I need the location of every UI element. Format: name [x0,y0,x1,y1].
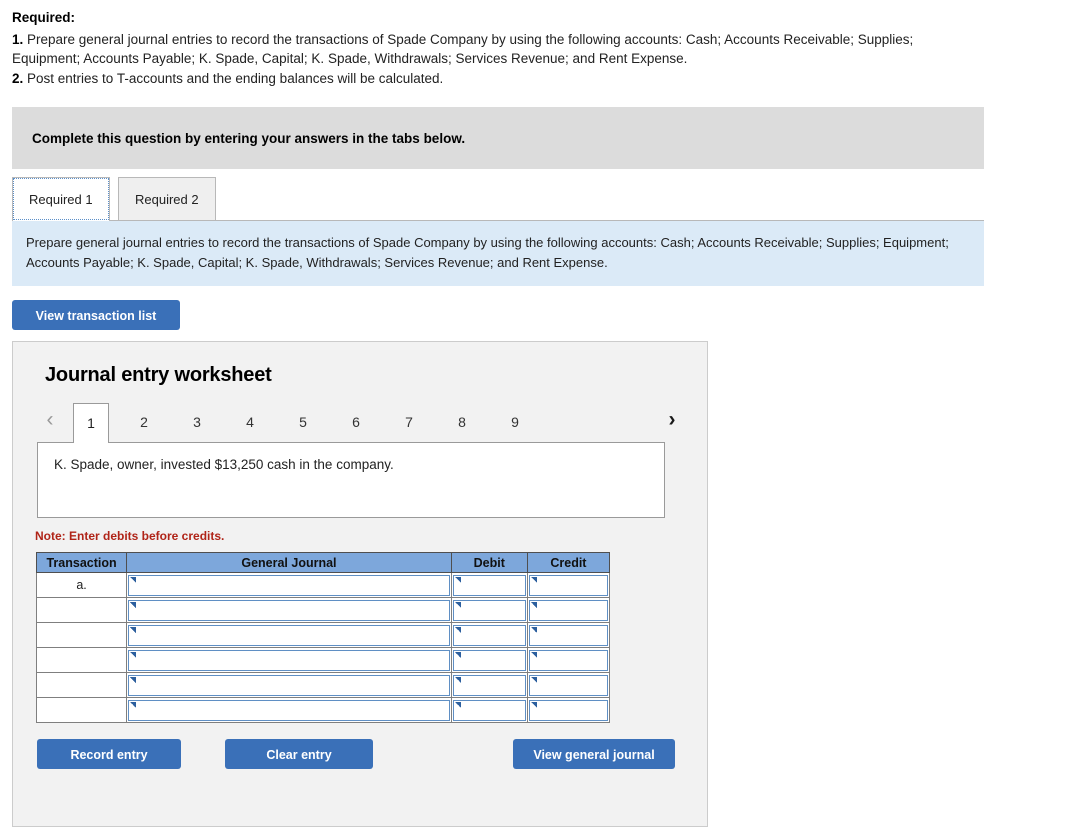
column-header-debit: Debit [450,552,528,574]
worksheet-pager: ‹ 1 2 3 4 5 6 7 8 9 › [37,401,687,444]
clear-entry-button[interactable]: Clear entry [225,739,373,770]
worksheet-title: Journal entry worksheet [45,364,272,387]
table-row [35,622,611,649]
credit-input-5[interactable] [528,674,608,696]
pager-page-2[interactable]: 2 [126,403,162,441]
cell-debit-2[interactable] [450,597,528,624]
cell-credit-6[interactable] [526,697,611,724]
journal-entry-worksheet-panel: Journal entry worksheet ‹ 1 2 3 4 5 6 7 … [12,341,708,827]
cell-transaction-6 [35,697,128,724]
tab-required-1[interactable]: Required 1 [12,177,110,222]
required-heading: Required: [12,10,76,25]
general-journal-select-1[interactable] [128,574,450,596]
required-item-1-text: Prepare general journal entries to recor… [12,31,914,67]
debit-input-1[interactable] [452,574,526,596]
column-header-credit: Credit [526,552,611,574]
table-row: a. [35,572,611,599]
general-journal-select-5[interactable] [128,674,450,696]
general-journal-select-2[interactable] [128,599,450,621]
tab-required-1-label: Required 1 [29,192,93,208]
cell-general-journal-5[interactable] [126,672,452,699]
required-item-2-text: Post entries to T-accounts and the endin… [23,71,444,87]
instruction-banner-text: Complete this question by entering your … [32,130,466,146]
view-general-journal-button[interactable]: View general journal [513,739,675,770]
worksheet-button-row: Record entry Clear entry View general jo… [37,739,687,771]
pager-page-5[interactable]: 5 [285,403,321,441]
pager-page-3[interactable]: 3 [179,403,215,441]
cell-credit-4[interactable] [526,647,611,674]
credit-input-3[interactable] [528,624,608,646]
credit-input-4[interactable] [528,649,608,671]
chevron-left-icon[interactable]: ‹ [37,405,63,435]
required-section: Required: 1. Prepare general journal ent… [0,0,980,89]
cell-transaction-4 [35,647,128,674]
view-transaction-list-wrap: View transaction list [12,300,1072,331]
cell-debit-4[interactable] [450,647,528,674]
cell-transaction-3 [35,622,128,649]
cell-general-journal-4[interactable] [126,647,452,674]
debit-input-2[interactable] [452,599,526,621]
required-item-2-number: 2. [12,71,24,87]
table-header-row: Transaction General Journal Debit Credit [35,552,611,574]
pager-page-6[interactable]: 6 [338,403,374,441]
general-journal-select-4[interactable] [128,649,450,671]
requirement-tabstrip: Required 1 Required 2 [12,173,984,222]
journal-entry-table: Transaction General Journal Debit Credit… [35,552,611,724]
table-row [35,672,611,699]
record-entry-button[interactable]: Record entry [37,739,181,770]
column-header-general-journal: General Journal [126,552,452,574]
cell-debit-6[interactable] [450,697,528,724]
cell-credit-5[interactable] [526,672,611,699]
cell-general-journal-1[interactable] [126,572,452,599]
cell-debit-3[interactable] [450,622,528,649]
debit-input-4[interactable] [452,649,526,671]
transaction-description-box: K. Spade, owner, invested $13,250 cash i… [37,442,665,519]
instruction-banner: Complete this question by entering your … [12,107,984,170]
cell-transaction-5 [35,672,128,699]
general-journal-select-3[interactable] [128,624,450,646]
cell-credit-2[interactable] [526,597,611,624]
pager-page-8[interactable]: 8 [444,403,480,441]
required-item-2: 2. Post entries to T-accounts and the en… [12,69,968,89]
chevron-right-icon[interactable]: › [659,405,685,435]
pager-page-4[interactable]: 4 [232,403,268,441]
requirement-description: Prepare general journal entries to recor… [12,220,984,287]
cell-credit-1[interactable] [526,572,611,599]
general-journal-select-6[interactable] [128,699,450,721]
pager-page-9[interactable]: 9 [497,403,533,441]
credit-input-2[interactable] [528,599,608,621]
debit-input-6[interactable] [452,699,526,721]
pager-page-7[interactable]: 7 [391,403,427,441]
cell-debit-1[interactable] [450,572,528,599]
tab-required-2-label: Required 2 [135,191,199,207]
cell-credit-3[interactable] [526,622,611,649]
required-item-1: 1. Prepare general journal entries to re… [12,30,968,70]
table-row [35,697,611,724]
pager-page-1[interactable]: 1 [73,403,109,444]
tab-required-2[interactable]: Required 2 [118,177,216,221]
debits-before-credits-note: Note: Enter debits before credits. [35,529,225,544]
view-transaction-list-button[interactable]: View transaction list [12,300,180,331]
credit-input-1[interactable] [528,574,608,596]
table-row [35,597,611,624]
column-header-transaction: Transaction [35,552,128,574]
transaction-description-text: K. Spade, owner, invested $13,250 cash i… [54,457,394,473]
debit-input-3[interactable] [452,624,526,646]
cell-general-journal-6[interactable] [126,697,452,724]
credit-input-6[interactable] [528,699,608,721]
cell-transaction-1: a. [35,572,128,599]
cell-general-journal-3[interactable] [126,622,452,649]
debit-input-5[interactable] [452,674,526,696]
cell-transaction-2 [35,597,128,624]
table-row [35,647,611,674]
required-item-1-number: 1. [12,31,24,47]
cell-general-journal-2[interactable] [126,597,452,624]
cell-debit-5[interactable] [450,672,528,699]
